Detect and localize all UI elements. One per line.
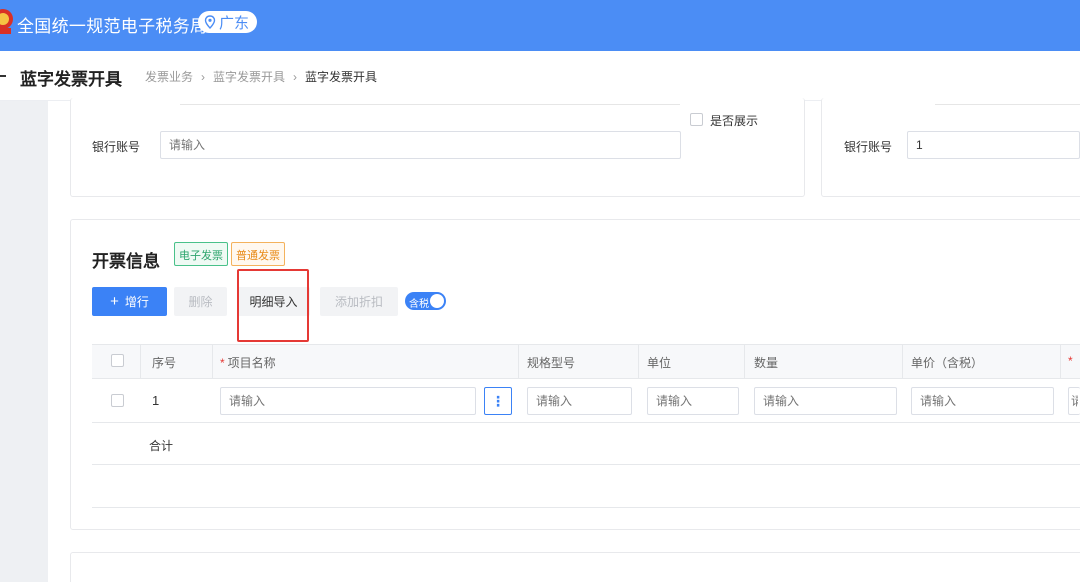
unit-price-input[interactable]: [911, 387, 1054, 415]
input-edge: [180, 104, 680, 105]
switch-knob: [430, 294, 444, 308]
column-header-quantity: 数量: [754, 356, 779, 370]
next-section-card: [70, 552, 1080, 582]
seller-bank-account-label: 银行账号: [844, 140, 893, 154]
row-divider: [92, 464, 1080, 465]
display-checkbox-label: 是否展示: [710, 114, 759, 128]
breadcrumb-item-blue-invoice[interactable]: 蓝字发票开具: [213, 68, 285, 85]
row-divider: [92, 422, 1080, 423]
buyer-bank-account-input[interactable]: [160, 131, 681, 159]
amount-input[interactable]: [1068, 387, 1080, 415]
bank-account-label: 银行账号: [92, 140, 141, 154]
page-title: 蓝字发票开具: [20, 70, 122, 89]
electronic-invoice-tag: 电子发票: [174, 242, 228, 266]
back-icon[interactable]: [0, 75, 6, 77]
add-row-label: 增行: [124, 295, 149, 309]
add-row-button[interactable]: + 增行: [92, 287, 167, 316]
unit-input[interactable]: [647, 387, 739, 415]
tax-included-switch[interactable]: 含税: [405, 292, 446, 310]
column-divider: [140, 344, 141, 379]
seller-bank-account-input[interactable]: 1: [907, 131, 1080, 159]
section-title: 开票信息: [92, 252, 160, 271]
column-header-unit: 单位: [647, 356, 672, 370]
tax-switch-label: 含税: [409, 299, 429, 310]
column-header-index: 序号: [152, 356, 177, 370]
row-checkbox[interactable]: [111, 394, 124, 407]
column-header-unit-price: 单价（含税）: [911, 356, 984, 370]
select-all-checkbox[interactable]: [111, 354, 124, 367]
item-name-input[interactable]: [220, 387, 476, 415]
column-divider: [902, 344, 903, 379]
spec-input[interactable]: [527, 387, 632, 415]
add-discount-button[interactable]: 添加折扣: [320, 287, 398, 316]
chevron-right-icon: ›: [201, 69, 206, 84]
top-bar: 全国统一规范电子税务局 广东: [0, 0, 1080, 51]
input-edge: [935, 104, 1080, 105]
row-divider: [92, 507, 1080, 508]
page-header: 蓝字发票开具 发票业务 › 蓝字发票开具 › 蓝字发票开具: [0, 51, 1080, 101]
app-title: 全国统一规范电子税务局: [17, 17, 208, 36]
column-divider: [212, 344, 213, 379]
highlight-annotation: [237, 269, 309, 342]
region-label: 广东: [219, 14, 250, 32]
column-divider: [1060, 344, 1061, 379]
quantity-input[interactable]: [754, 387, 897, 415]
delete-button[interactable]: 删除: [174, 287, 227, 316]
display-checkbox[interactable]: [690, 113, 703, 126]
breadcrumb: 发票业务 › 蓝字发票开具 › 蓝字发票开具: [145, 68, 377, 85]
location-pin-icon: [204, 15, 216, 29]
column-header-item-name: * 项目名称: [220, 356, 276, 370]
column-divider: [744, 344, 745, 379]
breadcrumb-item-current: 蓝字发票开具: [305, 70, 378, 84]
normal-invoice-tag: 普通发票: [231, 242, 285, 266]
total-label: 合计: [149, 439, 174, 453]
plus-icon: +: [110, 293, 119, 310]
column-header-amount: *: [1068, 354, 1073, 368]
region-selector[interactable]: 广东: [198, 11, 258, 33]
column-divider: [518, 344, 519, 379]
row-index: 1: [152, 393, 160, 408]
breadcrumb-item-invoice-business[interactable]: 发票业务: [145, 68, 193, 85]
chevron-right-icon: ›: [293, 69, 298, 84]
more-options-icon[interactable]: ⋮: [484, 387, 512, 415]
tax-emblem-icon: [0, 9, 13, 34]
column-divider: [638, 344, 639, 379]
side-gutter: [0, 101, 48, 582]
column-header-spec: 规格型号: [527, 356, 576, 370]
